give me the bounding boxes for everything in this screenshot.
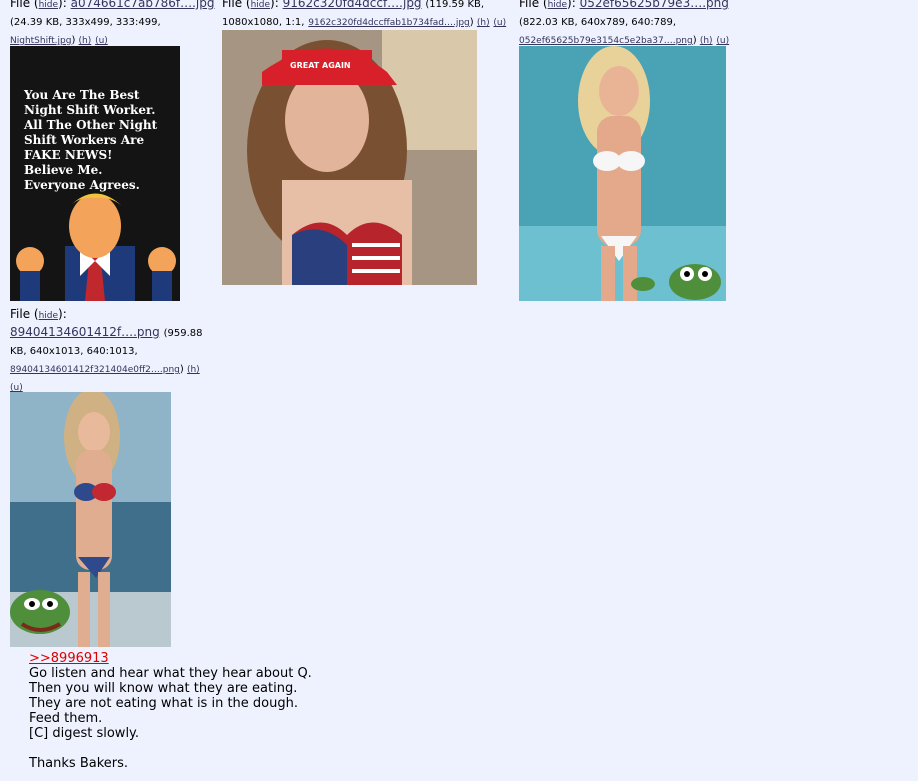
hash-link[interactable]: (h)	[700, 36, 713, 46]
file-meta: (24.39 KB, 333x499, 333:499,	[10, 17, 161, 28]
trump-illustration	[16, 193, 176, 301]
post-line: They are not eating what is in the dough…	[29, 696, 298, 711]
file-meta-2: KB, 640x1013, 640:1013,	[10, 346, 138, 357]
file-meta-1: (959.88	[163, 328, 203, 339]
upload-link[interactable]: (u)	[95, 36, 108, 46]
thumbnail-nightshift[interactable]: You Are The Best Night Shift Worker. All…	[10, 46, 180, 301]
file-name-link[interactable]: 9162c320fd4dccf….jpg	[283, 0, 422, 10]
hide-link[interactable]: hide	[251, 0, 270, 10]
file-name-link[interactable]: 89404134601412f….png	[10, 325, 160, 339]
file-meta: (822.03 KB, 640x789, 640:789,	[519, 17, 677, 28]
original-filename-link[interactable]: NightShift.jpg	[10, 36, 71, 46]
hash-link[interactable]: (h)	[79, 36, 92, 46]
quote-link[interactable]: >>8996913	[29, 651, 549, 666]
post-line: Go listen and hear what they hear about …	[29, 666, 312, 681]
file-info-1: File (hide): a074661c7ab786f….jpg (24.39…	[10, 0, 215, 49]
upload-link[interactable]: (u)	[493, 18, 506, 28]
hash-link[interactable]: (h)	[187, 365, 200, 375]
file-info-2: File (hide): 9162c320fd4dccf….jpg (119.5…	[222, 0, 512, 31]
pool-illustration	[519, 46, 726, 301]
post-body: >>8996913 Go listen and hear what they h…	[29, 651, 549, 771]
thumbnail-pool[interactable]	[519, 46, 726, 301]
upload-link[interactable]: (u)	[716, 36, 729, 46]
hide-link[interactable]: hide	[548, 0, 567, 10]
file-info-4: File (hide): 89404134601412f….png (959.8…	[10, 307, 203, 393]
hat-text: GREAT AGAIN	[290, 61, 351, 70]
selfie-illustration: GREAT AGAIN	[222, 30, 477, 285]
original-filename-link[interactable]: 9162c320fd4dccffab1b734fad….jpg	[308, 18, 469, 28]
thumbnail-beach[interactable]	[10, 392, 171, 647]
file-name-link[interactable]: a074661c7ab786f….jpg	[71, 0, 215, 10]
hide-link[interactable]: hide	[39, 311, 58, 321]
post-line: Feed them.	[29, 711, 103, 726]
file-name-link[interactable]: 052ef65625b79e3….png	[580, 0, 729, 10]
original-filename-link[interactable]: 89404134601412f321404e0ff2….png	[10, 365, 180, 375]
thumbnail-selfie[interactable]: GREAT AGAIN	[222, 30, 477, 285]
original-filename-link[interactable]: 052ef65625b79e3154c5e2ba37….png	[519, 36, 693, 46]
hide-link[interactable]: hide	[39, 0, 58, 10]
post-line: [C] digest slowly.	[29, 726, 140, 741]
hash-link[interactable]: (h)	[477, 18, 490, 28]
post-closing: Thanks Bakers.	[29, 756, 129, 771]
file-info-3: File (hide): 052ef65625b79e3….png (822.0…	[519, 0, 749, 49]
beach-illustration	[10, 392, 171, 647]
post-line: Then you will know what they are eating.	[29, 681, 298, 696]
